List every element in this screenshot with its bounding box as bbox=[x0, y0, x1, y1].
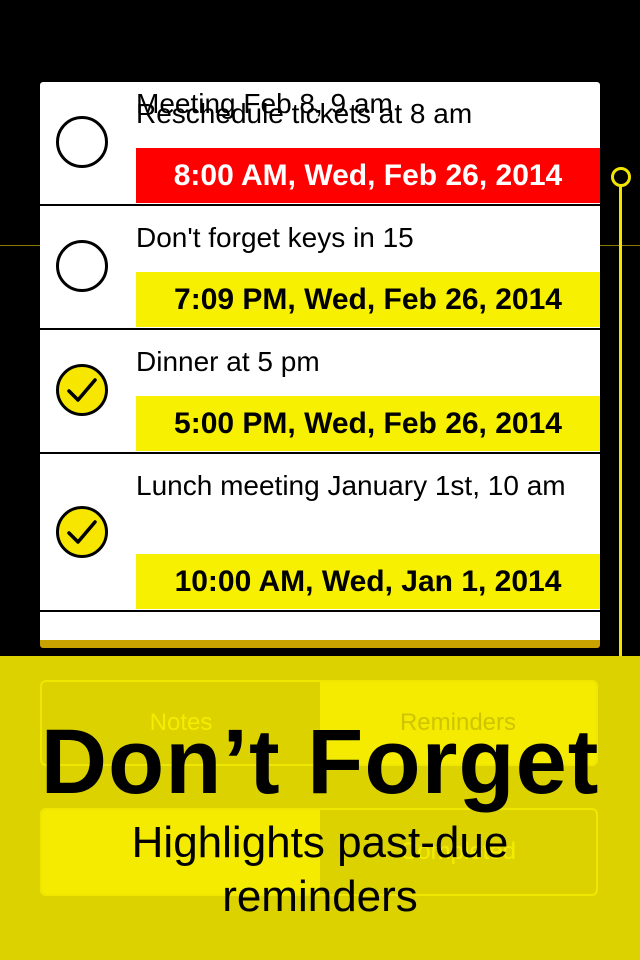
list-item[interactable]: Dinner at 5 pm 5:00 PM, Wed, Feb 26, 201… bbox=[40, 330, 600, 454]
timeline-track bbox=[619, 178, 622, 668]
list-item[interactable]: Lunch meeting January 1st, 10 am 10:00 A… bbox=[40, 454, 600, 612]
timeline-knob[interactable] bbox=[611, 167, 631, 187]
reminder-date: 5:00 PM, Wed, Feb 26, 2014 bbox=[136, 396, 600, 451]
reminder-list: Reschedule tickets at 8 am 8:00 AM, Wed,… bbox=[40, 82, 600, 648]
reminder-date-overdue: 8:00 AM, Wed, Feb 26, 2014 bbox=[136, 148, 600, 203]
reminder-date: 10:00 AM, Wed, Jan 1, 2014 bbox=[136, 554, 600, 609]
checkmark-circle-icon[interactable] bbox=[56, 506, 108, 558]
list-item-partial[interactable]: Meeting Feb 8, 9 am bbox=[136, 88, 393, 120]
checkmark-icon bbox=[67, 378, 97, 402]
checkmark-icon bbox=[67, 520, 97, 544]
reminder-date: 7:09 PM, Wed, Feb 26, 2014 bbox=[136, 272, 600, 327]
list-item[interactable]: Don't forget keys in 15 7:09 PM, Wed, Fe… bbox=[40, 206, 600, 330]
empty-circle-icon[interactable] bbox=[56, 116, 108, 168]
reminder-title: Dinner at 5 pm bbox=[136, 346, 320, 377]
promo-headline: Don’t Forget bbox=[40, 711, 600, 813]
promo-subtitle: Highlights past-due reminders bbox=[131, 818, 509, 921]
checkmark-circle-icon[interactable] bbox=[56, 364, 108, 416]
empty-circle-icon[interactable] bbox=[56, 240, 108, 292]
reminder-title: Lunch meeting January 1st, 10 am bbox=[136, 470, 566, 501]
reminder-title: Don't forget keys in 15 bbox=[136, 222, 414, 253]
